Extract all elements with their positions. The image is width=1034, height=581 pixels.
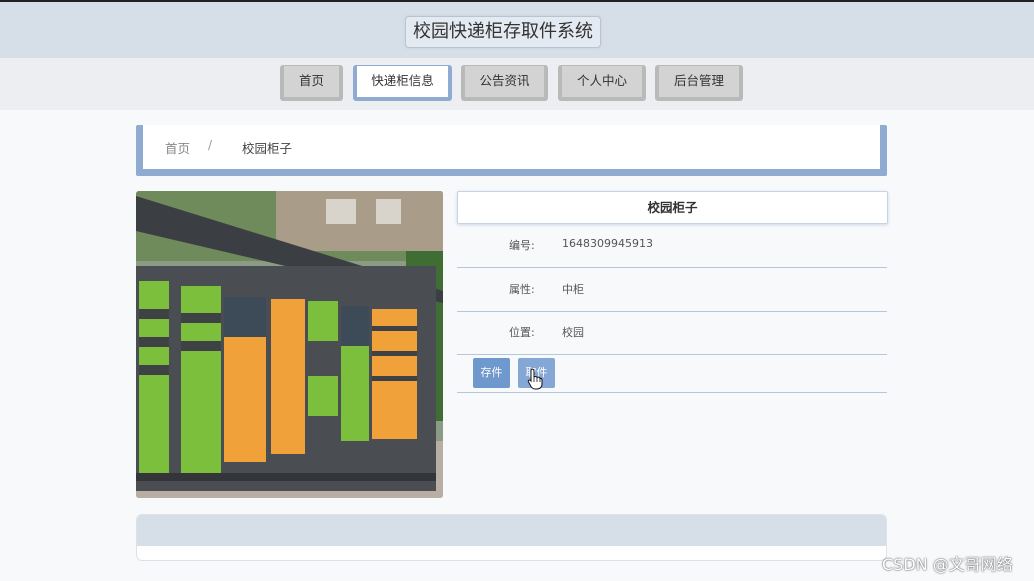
locker-illustration [136,191,443,498]
nav-item-admin[interactable]: 后台管理 [655,65,743,101]
action-row: 存件 取件 [457,354,887,393]
nav-item-announcements[interactable]: 公告资讯 [461,65,548,101]
info-value-number: 1648309945913 [562,237,653,250]
hand-cursor-icon [527,368,543,390]
detail-title: 校园柜子 [457,191,888,224]
nav-item-home[interactable]: 首页 [280,65,343,101]
locker-photo [136,191,443,498]
main-nav: 首页 快递柜信息 公告资讯 个人中心 后台管理 [0,58,1034,110]
info-label-location: 位置: [509,326,535,339]
breadcrumb-home-link[interactable]: 首页 [165,138,190,157]
breadcrumb-separator: / [208,138,213,152]
info-row-attribute: 属性: 中柜 [457,268,887,312]
bottom-panel-header [137,515,886,546]
bottom-panel [136,514,887,561]
nav-item-personal-center[interactable]: 个人中心 [558,65,646,101]
site-title: 校园快递柜存取件系统 [405,16,601,48]
watermark: CSDN @文哥网络 [882,555,1013,574]
store-button[interactable]: 存件 [473,358,510,388]
breadcrumb: 首页 / 校园柜子 [136,125,887,176]
info-row-location: 位置: 校园 [457,311,887,355]
info-label-number: 编号: [509,239,535,252]
top-header: 校园快递柜存取件系统 [0,0,1034,58]
info-label-attribute: 属性: [509,283,535,296]
info-row-number: 编号: 1648309945913 [457,224,887,268]
nav-item-locker-info[interactable]: 快递柜信息 [353,65,452,101]
breadcrumb-current: 校园柜子 [242,141,293,156]
info-value-location: 校园 [562,326,584,339]
info-value-attribute: 中柜 [562,283,584,296]
